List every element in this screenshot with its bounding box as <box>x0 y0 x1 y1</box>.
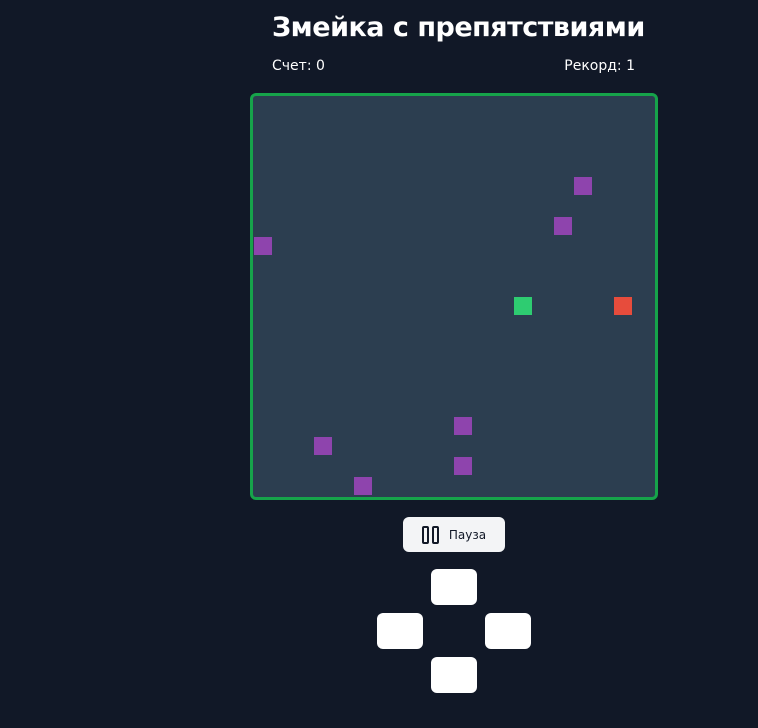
obstacle <box>354 477 372 495</box>
food <box>614 297 632 315</box>
pause-button[interactable]: Пауза <box>403 517 505 552</box>
right-button[interactable] <box>485 613 531 649</box>
obstacle <box>314 437 332 455</box>
obstacle <box>574 177 592 195</box>
score-label: Счет: 0 <box>272 58 325 74</box>
record-label: Рекорд: 1 <box>564 58 635 74</box>
snake-segment <box>514 297 532 315</box>
obstacle <box>254 237 272 255</box>
obstacle <box>454 417 472 435</box>
obstacle <box>554 217 572 235</box>
down-button[interactable] <box>431 657 477 693</box>
game-board[interactable] <box>250 93 658 500</box>
obstacle <box>454 457 472 475</box>
page-title: Змейка с препятствиями <box>272 12 645 43</box>
up-button[interactable] <box>431 569 477 605</box>
pause-label: Пауза <box>448 527 487 542</box>
left-button[interactable] <box>377 613 423 649</box>
pause-icon <box>421 525 439 544</box>
